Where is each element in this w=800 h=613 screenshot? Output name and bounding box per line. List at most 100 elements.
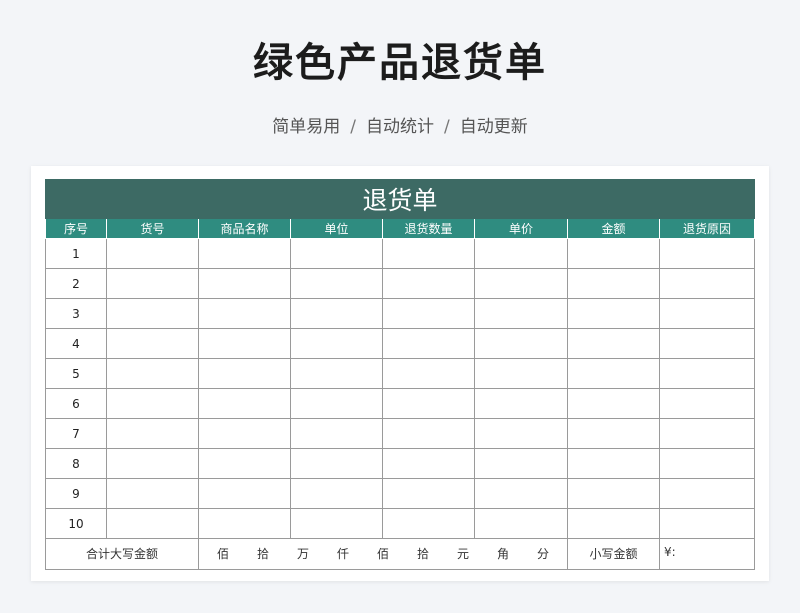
table-cell[interactable] bbox=[567, 418, 660, 449]
table-cell[interactable] bbox=[106, 448, 199, 479]
table-cell[interactable] bbox=[474, 448, 568, 479]
table-cell[interactable] bbox=[198, 328, 291, 359]
table-cell[interactable] bbox=[382, 298, 475, 329]
row-number: 3 bbox=[45, 298, 107, 329]
table-cell[interactable] bbox=[106, 298, 199, 329]
table-cell[interactable] bbox=[106, 388, 199, 419]
table-cell[interactable] bbox=[290, 238, 383, 269]
table-cell[interactable] bbox=[290, 448, 383, 479]
uppercase-amount-label: 合计大写金额 bbox=[45, 538, 199, 570]
table-cell[interactable] bbox=[290, 268, 383, 299]
table-cell[interactable] bbox=[658, 478, 756, 509]
table-cell[interactable] bbox=[658, 358, 756, 389]
table-cell[interactable] bbox=[382, 238, 475, 269]
table-cell[interactable] bbox=[382, 418, 475, 449]
table-cell[interactable] bbox=[567, 298, 660, 329]
column-header: 序号 bbox=[45, 218, 107, 239]
table-cell[interactable] bbox=[198, 478, 291, 509]
table-cell[interactable] bbox=[290, 298, 383, 329]
totals-row: 合计大写金额 佰 拾 万 仟 佰 拾 元 角 分 小写金额 ¥: bbox=[45, 538, 756, 570]
table-cell[interactable] bbox=[382, 388, 475, 419]
column-header: 货号 bbox=[106, 218, 199, 239]
table-cell[interactable] bbox=[474, 298, 568, 329]
table-cell[interactable] bbox=[658, 508, 756, 539]
column-header: 单价 bbox=[474, 218, 568, 239]
table-cell[interactable] bbox=[567, 448, 660, 479]
table-cell[interactable] bbox=[474, 328, 568, 359]
row-number: 9 bbox=[45, 478, 107, 509]
table-row: 10 bbox=[45, 508, 756, 539]
table-cell[interactable] bbox=[290, 358, 383, 389]
row-number: 6 bbox=[45, 388, 107, 419]
table-cell[interactable] bbox=[474, 508, 568, 539]
table-cell[interactable] bbox=[106, 358, 199, 389]
table-cell[interactable] bbox=[198, 388, 291, 419]
feature-tag: 简单易用 bbox=[272, 117, 341, 137]
table-cell[interactable] bbox=[198, 238, 291, 269]
table-cell[interactable] bbox=[290, 418, 383, 449]
table-cell[interactable] bbox=[198, 418, 291, 449]
table-cell[interactable] bbox=[290, 508, 383, 539]
table-cell[interactable] bbox=[658, 238, 756, 269]
table-cell[interactable] bbox=[658, 268, 756, 299]
table-cell[interactable] bbox=[106, 508, 199, 539]
table-row: 5 bbox=[45, 358, 756, 389]
column-header: 单位 bbox=[290, 218, 383, 239]
table-cell[interactable] bbox=[658, 448, 756, 479]
form-title: 退货单 bbox=[44, 179, 756, 219]
table-cell[interactable] bbox=[382, 358, 475, 389]
table-cell[interactable] bbox=[567, 358, 660, 389]
table-cell[interactable] bbox=[290, 328, 383, 359]
table-cell[interactable] bbox=[198, 268, 291, 299]
table-row: 2 bbox=[45, 268, 756, 299]
table-cell[interactable] bbox=[474, 418, 568, 449]
table-cell[interactable] bbox=[474, 478, 568, 509]
feature-tags: 简单易用 / 自动统计 / 自动更新 bbox=[0, 112, 800, 137]
table-cell[interactable] bbox=[290, 478, 383, 509]
table-cell[interactable] bbox=[567, 478, 660, 509]
table-cell[interactable] bbox=[658, 328, 756, 359]
currency-cell[interactable]: ¥: bbox=[658, 538, 756, 570]
table-cell[interactable] bbox=[474, 388, 568, 419]
table-cell[interactable] bbox=[290, 388, 383, 419]
table-cell[interactable] bbox=[382, 478, 475, 509]
tag-separator: / bbox=[350, 117, 356, 137]
table-cell[interactable] bbox=[474, 358, 568, 389]
table-cell[interactable] bbox=[198, 298, 291, 329]
table-cell[interactable] bbox=[382, 328, 475, 359]
table-row: 6 bbox=[45, 388, 756, 419]
table-cell[interactable] bbox=[106, 478, 199, 509]
table-cell[interactable] bbox=[106, 328, 199, 359]
row-number: 1 bbox=[45, 238, 107, 269]
amount-unit: 分 bbox=[536, 547, 549, 561]
table-cell[interactable] bbox=[474, 268, 568, 299]
table-cell[interactable] bbox=[198, 448, 291, 479]
table-cell[interactable] bbox=[658, 298, 756, 329]
table-cell[interactable] bbox=[567, 328, 660, 359]
table-row: 4 bbox=[45, 328, 756, 359]
table-row: 1 bbox=[45, 238, 756, 269]
table-cell[interactable] bbox=[106, 268, 199, 299]
amount-unit: 拾 bbox=[416, 547, 429, 561]
table-cell[interactable] bbox=[658, 388, 756, 419]
table-cell[interactable] bbox=[474, 238, 568, 269]
table-cell[interactable] bbox=[382, 268, 475, 299]
table-cell[interactable] bbox=[567, 238, 660, 269]
table-cell[interactable] bbox=[198, 358, 291, 389]
table-cell[interactable] bbox=[567, 508, 660, 539]
table-cell[interactable] bbox=[567, 388, 660, 419]
amount-unit: 角 bbox=[496, 547, 509, 561]
lowercase-amount-label: 小写金额 bbox=[567, 538, 660, 570]
amount-units: 佰拾万仟佰拾元角分 bbox=[198, 538, 568, 570]
table-cell[interactable] bbox=[382, 448, 475, 479]
table-row: 7 bbox=[45, 418, 756, 449]
table-cell[interactable] bbox=[382, 508, 475, 539]
table-cell[interactable] bbox=[567, 268, 660, 299]
table-cell[interactable] bbox=[106, 418, 199, 449]
table-cell[interactable] bbox=[106, 238, 199, 269]
column-header: 退货数量 bbox=[382, 218, 475, 239]
amount-unit: 仟 bbox=[336, 547, 349, 561]
table-cell[interactable] bbox=[198, 508, 291, 539]
table-cell[interactable] bbox=[658, 418, 756, 449]
column-header: 商品名称 bbox=[198, 218, 291, 239]
